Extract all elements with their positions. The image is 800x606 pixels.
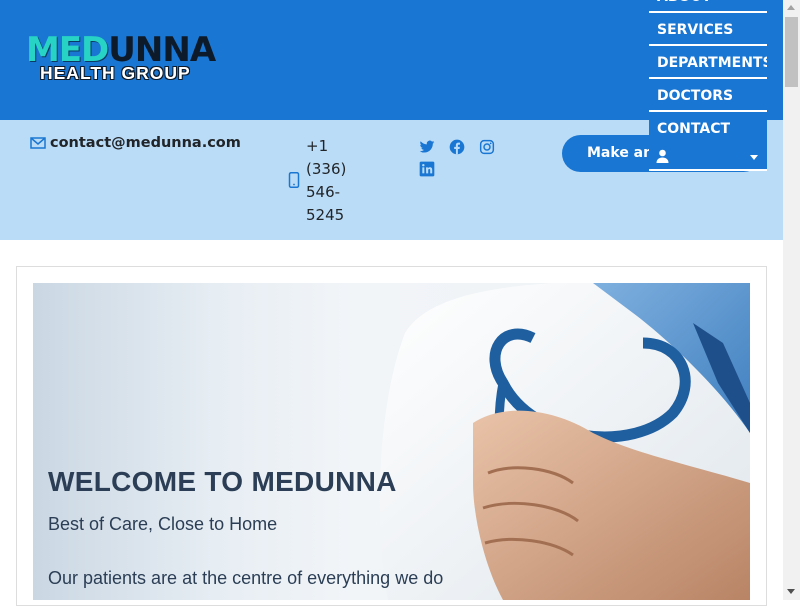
- nav-item-doctors[interactable]: DOCTORS: [649, 81, 767, 112]
- chevron-down-icon: [750, 155, 758, 160]
- instagram-icon[interactable]: [479, 139, 495, 155]
- scroll-up-arrow-icon[interactable]: [787, 5, 795, 10]
- contact-email[interactable]: contact@medunna.com: [30, 132, 241, 154]
- nav-item-about[interactable]: ABOUT: [649, 0, 767, 13]
- scroll-down-arrow-icon[interactable]: [787, 589, 795, 594]
- user-account-dropdown[interactable]: [649, 143, 767, 171]
- hero-title: WELCOME TO MEDUNNA: [48, 466, 397, 497]
- mobile-phone-icon: [288, 172, 300, 188]
- facebook-icon[interactable]: [449, 139, 465, 155]
- twitter-icon[interactable]: [419, 139, 435, 155]
- user-icon: [656, 149, 669, 163]
- logo-wordmark: MEDUNNA: [26, 33, 216, 67]
- page-scrollbar[interactable]: [783, 0, 800, 600]
- medunna-logo[interactable]: MEDUNNA HEALTH GROUP: [26, 33, 316, 88]
- nav-item-services[interactable]: SERVICES: [649, 15, 767, 46]
- envelope-icon: [30, 137, 46, 149]
- email-text: contact@medunna.com: [50, 135, 241, 151]
- nav-item-departments[interactable]: DEPARTMENTS: [649, 48, 767, 79]
- hero-tagline: Our patients are at the centre of everyt…: [48, 568, 444, 588]
- linkedin-icon[interactable]: [419, 161, 435, 177]
- scrollbar-thumb[interactable]: [785, 17, 798, 87]
- logo-subtitle: HEALTH GROUP: [40, 63, 191, 83]
- contact-phone[interactable]: +1 (336) 546-5245: [306, 135, 346, 227]
- nav-item-contact[interactable]: CONTACT: [649, 114, 767, 145]
- hero-subtitle: Best of Care, Close to Home: [48, 514, 278, 534]
- doctor-stethoscope-image: [379, 283, 750, 600]
- hero-banner: [33, 283, 750, 600]
